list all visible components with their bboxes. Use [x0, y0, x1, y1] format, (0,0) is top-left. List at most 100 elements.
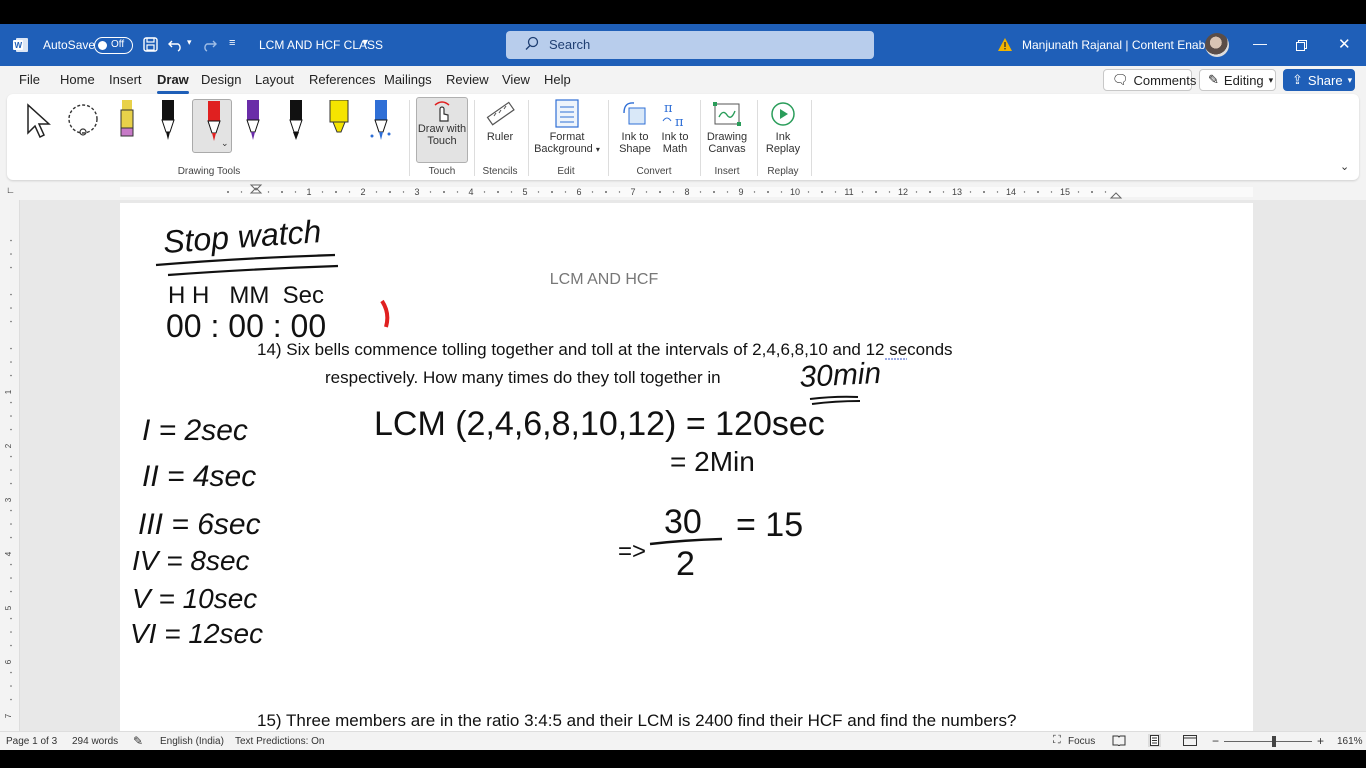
ruler-tick [227, 191, 229, 193]
page-content: LCM AND HCF 14) Six bells commence tolli… [130, 213, 1016, 730]
comments-label: Comments [1133, 72, 1197, 88]
tab-design[interactable]: Design [201, 72, 241, 87]
highlighter-bright-yellow-icon[interactable] [325, 100, 351, 142]
title-chevron-icon[interactable]: ▾ [363, 37, 368, 48]
ruler-tick [10, 590, 12, 593]
ruler-tick [240, 191, 243, 193]
text-predictions[interactable]: Text Predictions: On [235, 736, 324, 747]
restore-icon[interactable] [1296, 40, 1307, 51]
focus-label[interactable]: Focus [1068, 736, 1095, 747]
ruler-number: 12 [898, 187, 908, 197]
tab-file[interactable]: File [19, 72, 40, 87]
tab-help[interactable]: Help [544, 72, 571, 87]
tab-layout[interactable]: Layout [255, 72, 294, 87]
ink-replay-line1: Ink [775, 131, 791, 143]
word-count[interactable]: 294 words [72, 736, 118, 747]
ruler-tick [429, 191, 432, 193]
ruler-tick [618, 191, 621, 193]
question-14-line1: 14) Six bells commence tolling together … [257, 340, 953, 359]
save-icon[interactable] [143, 37, 158, 52]
format-background-text: Background [534, 143, 593, 155]
editing-button[interactable]: ✎ Editing ▾ [1199, 69, 1276, 91]
proofing-icon[interactable]: ✎ [133, 734, 143, 748]
tab-view[interactable]: View [502, 72, 530, 87]
redo-icon[interactable] [201, 37, 217, 52]
group-label-insert: Insert [714, 166, 740, 177]
pen-black-icon[interactable] [154, 100, 180, 142]
ink-to-math-icon: π π [662, 101, 684, 129]
ink-to-math-button[interactable]: π π Ink to Math [655, 99, 695, 155]
ruler-tick [834, 191, 837, 193]
draw-with-touch-line1: Draw with [417, 123, 467, 135]
lasso-select-icon[interactable] [63, 103, 103, 139]
drawing-canvas-button[interactable]: Drawing Canvas [704, 99, 750, 155]
search-placeholder: Search [549, 37, 591, 52]
chevron-down-icon: ▾ [595, 145, 600, 154]
ruler-tick [1050, 191, 1053, 193]
tab-insert[interactable]: Insert [109, 72, 142, 87]
language[interactable]: English (India) [160, 736, 224, 747]
pen-black-2-icon[interactable] [282, 100, 308, 142]
ink-to-shape-button[interactable]: Ink to Shape [615, 99, 655, 155]
ruler-tick [537, 191, 540, 193]
status-bar: Page 1 of 3 294 words ✎ English (India) … [0, 731, 1366, 750]
word-app-icon[interactable]: W [13, 37, 29, 53]
screen-border-top [0, 0, 1366, 24]
collapse-ribbon-chevron-icon[interactable]: ⌄ [1340, 160, 1349, 173]
svg-text:π: π [675, 115, 684, 129]
ink-fraction-denominator: 2 [676, 545, 695, 583]
zoom-in-icon[interactable]: + [1317, 734, 1324, 748]
pen-red-selected[interactable]: ⌄ [192, 99, 232, 153]
pen-galaxy-blue-icon[interactable] [367, 100, 393, 142]
user-name[interactable]: Manjunath Rajanal | Content Enablers [1022, 38, 1225, 52]
ink-to-shape-icon [623, 102, 646, 125]
ink-underline [811, 400, 861, 405]
ruler-number: 1 [306, 187, 311, 197]
draw-with-touch-button[interactable]: Draw with Touch [416, 97, 468, 163]
highlighter-yellow-icon[interactable] [113, 100, 139, 142]
zoom-out-icon[interactable]: − [1212, 734, 1219, 748]
zoom-level[interactable]: 161% [1337, 736, 1363, 747]
autosave-state: Off [111, 39, 125, 50]
select-arrow-icon[interactable] [25, 103, 53, 139]
format-background-button[interactable]: Format Background ▾ [531, 99, 603, 155]
ruler-number: 6 [4, 659, 13, 664]
ruler-number: 2 [360, 187, 365, 197]
tab-home[interactable]: Home [60, 72, 95, 87]
warning-icon[interactable] [997, 37, 1013, 52]
print-layout-icon[interactable] [1148, 734, 1161, 747]
pen-purple-icon[interactable] [239, 100, 265, 142]
minimize-icon[interactable]: — [1253, 35, 1267, 51]
undo-icon[interactable] [168, 37, 184, 52]
page-count[interactable]: Page 1 of 3 [6, 736, 57, 747]
ink-replay-button[interactable]: Ink Replay [762, 99, 804, 155]
ruler-number: 2 [4, 443, 13, 448]
zoom-slider[interactable] [1224, 741, 1312, 742]
ruler-tick [10, 307, 12, 309]
avatar[interactable] [1205, 33, 1229, 57]
search-box[interactable]: Search [506, 31, 874, 59]
share-button[interactable]: ⇪ Share ▾ [1283, 69, 1355, 91]
ink-to-shape-line2: Shape [619, 143, 651, 155]
ruler-number: 3 [4, 497, 13, 502]
tab-references[interactable]: References [309, 72, 375, 87]
web-layout-icon[interactable] [1183, 735, 1197, 746]
close-icon[interactable]: ✕ [1338, 35, 1351, 53]
autosave-toggle[interactable]: Off [94, 37, 133, 54]
ruler-button[interactable]: Ruler [480, 99, 520, 143]
ruler-tick [402, 191, 405, 193]
tab-mailings[interactable]: Mailings [384, 72, 432, 87]
zoom-slider-thumb[interactable] [1272, 736, 1276, 747]
customize-toolbar-icon[interactable]: ≡ [229, 37, 235, 49]
undo-dropdown-icon[interactable]: ▾ [187, 37, 192, 48]
comments-button[interactable]: 🗨 Comments [1103, 69, 1196, 91]
chevron-down-icon[interactable]: ⌄ [221, 138, 229, 149]
ink-stopwatch: Stop watch [162, 213, 322, 260]
tab-draw[interactable]: Draw [157, 72, 189, 94]
read-mode-icon[interactable] [1112, 735, 1126, 746]
ruler-tick [10, 631, 12, 633]
document-heading: LCM AND HCF [550, 271, 659, 288]
document-page[interactable]: LCM AND HCF 14) Six bells commence tolli… [120, 203, 1253, 731]
tab-review[interactable]: Review [446, 72, 489, 87]
focus-icon[interactable]: ⛶ [1053, 734, 1061, 747]
